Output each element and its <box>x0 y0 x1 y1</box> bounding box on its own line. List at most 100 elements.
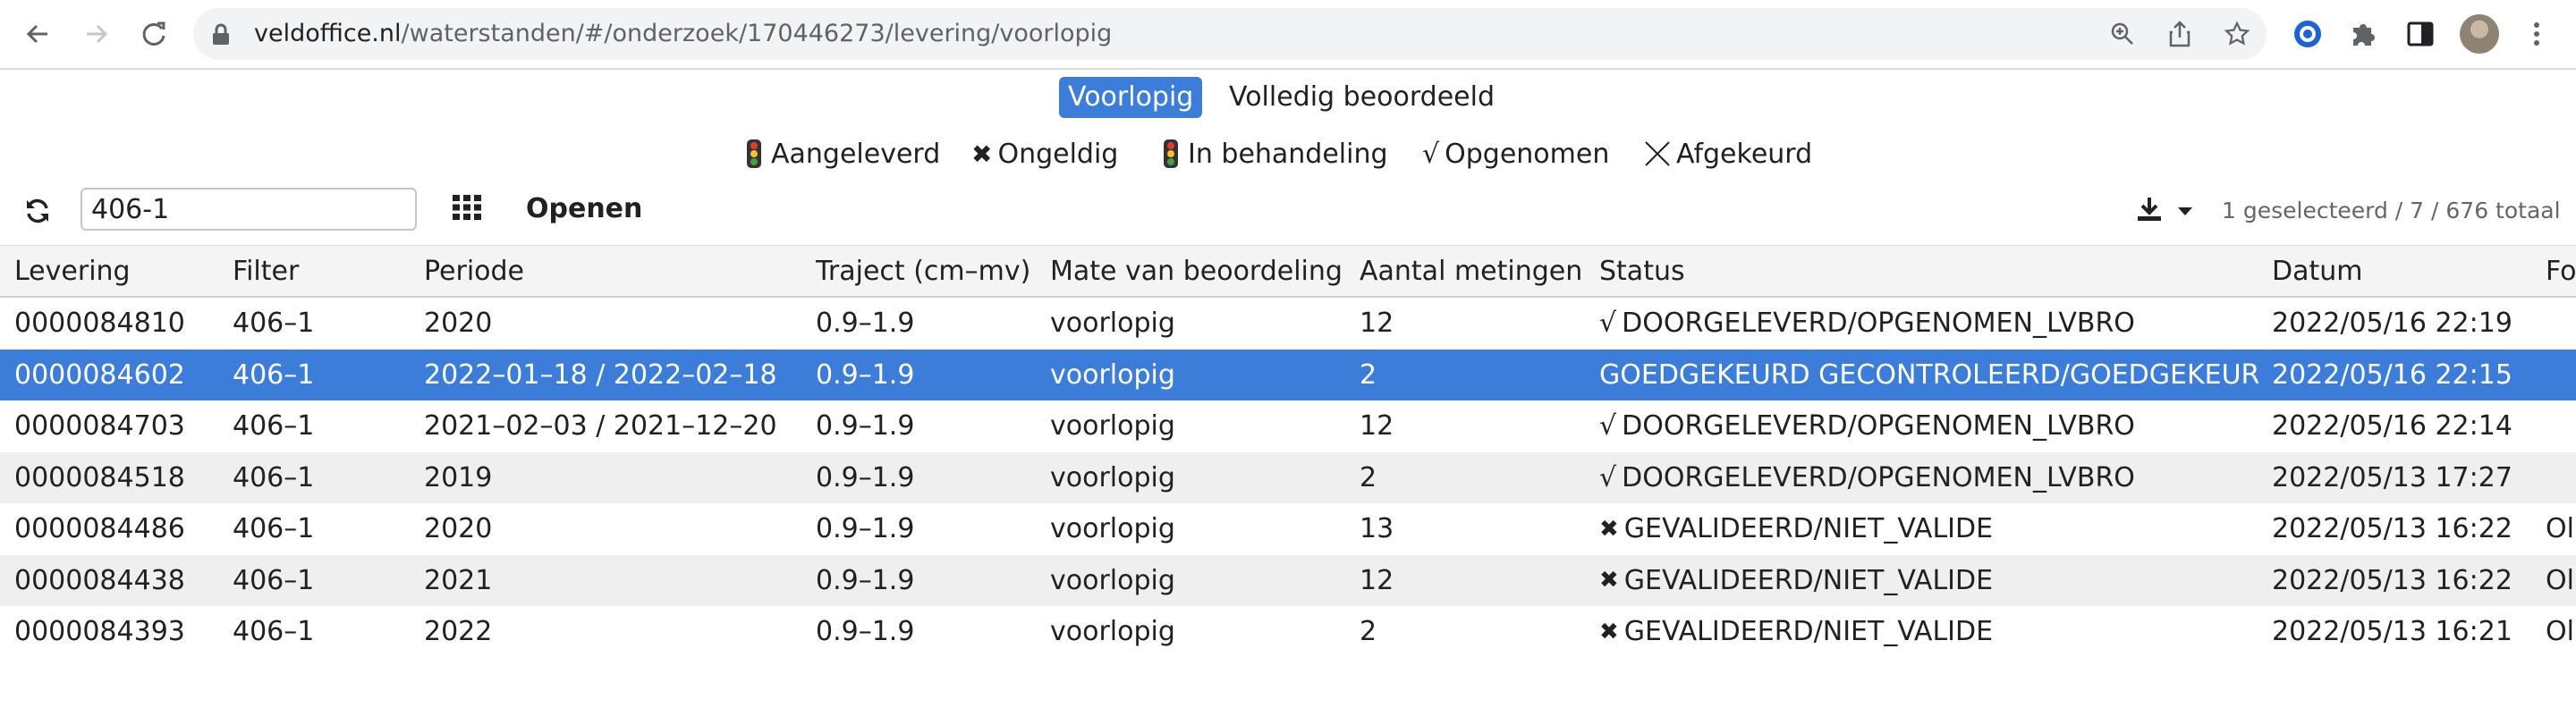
cell-status: ✖ GEVALIDEERD/NIET_VALIDE <box>1599 606 2261 658</box>
cell-datum: 2022/05/13 17:27 <box>2272 461 2512 493</box>
cell-aantal: 2 <box>1360 461 1377 493</box>
column-header-levering[interactable]: Levering <box>14 246 229 296</box>
cell-datum: 2022/05/16 22:14 <box>2272 410 2512 442</box>
back-icon[interactable] <box>20 16 55 52</box>
column-header-traject[interactable]: Traject (cm–mv) <box>816 246 1039 296</box>
cell-levering: 0000084438 <box>14 564 185 596</box>
bookmark-star-icon[interactable] <box>2224 21 2250 47</box>
cell-levering: 0000084486 <box>14 513 185 545</box>
table-row[interactable]: 0000084518 406–1 2019 0.9–1.9 voorlopig … <box>0 451 2576 504</box>
legend-opgenomen: √ Opgenomen <box>1422 134 1609 173</box>
cell-truncated: Ol <box>2546 564 2574 596</box>
table-header: Levering Filter Periode Traject (cm–mv) … <box>0 245 2576 298</box>
cell-levering: 0000084602 <box>14 358 185 391</box>
column-header-status[interactable]: Status <box>1599 246 2261 296</box>
status-text: DOORGELEVERD/OPGENOMEN_LVBRO <box>1622 461 2135 493</box>
toolbar: Openen 1 geselecteerd / 7 / 676 totaal <box>0 184 2576 236</box>
cell-aantal: 12 <box>1360 564 1394 596</box>
cell-truncated <box>2546 452 2576 504</box>
cell-traject: 0.9–1.9 <box>816 410 915 442</box>
url-text[interactable]: veldoffice.nl/waterstanden/#/onderzoek/1… <box>254 20 1112 48</box>
address-bar[interactable]: veldoffice.nl/waterstanden/#/onderzoek/1… <box>193 8 2267 60</box>
cell-periode: 2021–02–03 / 2021–12–20 <box>424 410 777 442</box>
status-text: GEVALIDEERD/NIET_VALIDE <box>1623 564 1994 596</box>
extension-icon[interactable] <box>2290 16 2326 52</box>
cell-traject: 0.9–1.9 <box>816 513 915 545</box>
cell-traject: 0.9–1.9 <box>816 358 915 391</box>
download-dropdown[interactable] <box>2136 195 2199 227</box>
check-icon: √ <box>1599 308 1617 340</box>
cell-datum: 2022/05/16 22:15 <box>2272 358 2512 391</box>
cell-mate: voorlopig <box>1050 564 1175 596</box>
cell-levering: 0000084393 <box>14 616 185 648</box>
thin-cross-icon <box>1644 140 1671 167</box>
table-row[interactable]: 0000084703 406–1 2021–02–03 / 2021–12–20… <box>0 400 2576 452</box>
status-text: GOEDGEKEURD GECONTROLEERD/GOEDGEKEURD <box>1599 358 2261 391</box>
cell-traject: 0.9–1.9 <box>816 616 915 648</box>
cell-filter: 406–1 <box>233 461 315 493</box>
cell-aantal: 13 <box>1360 513 1394 545</box>
table-row[interactable]: 0000084393 406–1 2022 0.9–1.9 voorlopig … <box>0 606 2576 658</box>
chevron-down-icon <box>2177 203 2193 220</box>
status-text: DOORGELEVERD/OPGENOMEN_LVBRO <box>1622 308 2135 340</box>
column-header-filter[interactable]: Filter <box>233 246 411 296</box>
cell-truncated <box>2546 298 2576 350</box>
refresh-icon[interactable] <box>21 195 54 227</box>
lock-icon[interactable] <box>211 23 231 50</box>
cell-periode: 2019 <box>424 461 493 493</box>
cell-filter: 406–1 <box>233 616 315 648</box>
browser-toolbar: veldoffice.nl/waterstanden/#/onderzoek/1… <box>0 0 2576 70</box>
cell-datum: 2022/05/16 22:19 <box>2272 308 2512 340</box>
cell-traject: 0.9–1.9 <box>816 564 915 596</box>
cell-truncated <box>2546 350 2576 401</box>
cell-filter: 406–1 <box>233 308 315 340</box>
cell-datum: 2022/05/13 16:22 <box>2272 513 2512 545</box>
cell-aantal: 12 <box>1360 308 1394 340</box>
cell-filter: 406–1 <box>233 513 315 545</box>
menu-kebab-icon[interactable] <box>2519 16 2555 52</box>
cell-periode: 2022–01–18 / 2022–02–18 <box>424 358 777 391</box>
legend-afgekeurd: Afgekeurd <box>1644 134 1812 173</box>
reload-icon[interactable] <box>136 16 172 52</box>
check-icon: √ <box>1599 410 1617 442</box>
tab-voorlopig[interactable]: Voorlopig <box>1059 77 1203 118</box>
filter-input[interactable] <box>80 188 417 231</box>
cell-filter: 406–1 <box>233 358 315 391</box>
forward-icon[interactable] <box>79 16 114 52</box>
cell-status: ✖ GEVALIDEERD/NIET_VALIDE <box>1599 555 2261 607</box>
cell-status: √ DOORGELEVERD/OPGENOMEN_LVBRO <box>1599 298 2261 350</box>
cell-levering: 0000084703 <box>14 410 185 442</box>
column-header-periode[interactable]: Periode <box>424 246 809 296</box>
cell-aantal: 12 <box>1360 410 1394 442</box>
cell-traject: 0.9–1.9 <box>816 461 915 493</box>
table-row[interactable]: 0000084486 406–1 2020 0.9–1.9 voorlopig … <box>0 503 2576 555</box>
selection-count: 1 geselecteerd / 7 / 676 totaal <box>2222 198 2561 223</box>
table-row-selected[interactable]: 0000084602 406–1 2022–01–18 / 2022–02–18… <box>0 349 2576 401</box>
cell-datum: 2022/05/13 16:22 <box>2272 564 2512 596</box>
grid-icon[interactable] <box>453 195 483 225</box>
column-header-aantal[interactable]: Aantal metingen <box>1360 246 1592 296</box>
table-row[interactable]: 0000084810 406–1 2020 0.9–1.9 voorlopig … <box>0 298 2576 350</box>
side-panel-icon[interactable] <box>2402 16 2438 52</box>
share-icon[interactable] <box>2166 21 2193 47</box>
legend-label: Opgenomen <box>1445 138 1610 170</box>
status-text: DOORGELEVERD/OPGENOMEN_LVBRO <box>1622 410 2135 442</box>
url-host: veldoffice.nl <box>254 20 402 47</box>
table-row[interactable]: 0000084438 406–1 2021 0.9–1.9 voorlopig … <box>0 554 2576 607</box>
column-header-mate[interactable]: Mate van beoordeling <box>1050 246 1345 296</box>
tab-volledig-beoordeeld[interactable]: Volledig beoordeeld <box>1220 77 1504 118</box>
cell-status: GOEDGEKEURD GECONTROLEERD/GOEDGEKEURD <box>1599 350 2261 401</box>
cell-mate: voorlopig <box>1050 308 1175 340</box>
cell-mate: voorlopig <box>1050 461 1175 493</box>
legend-label: Afgekeurd <box>1676 138 1813 170</box>
page-content: Voorlopig Volledig beoordeeld Aangelever… <box>0 70 2576 708</box>
cell-datum: 2022/05/13 16:21 <box>2272 616 2512 648</box>
zoom-icon[interactable] <box>2109 21 2136 47</box>
cell-levering: 0000084810 <box>14 308 185 340</box>
column-header-datum[interactable]: Datum <box>2272 246 2531 296</box>
column-header-truncated[interactable]: Fo <box>2546 246 2576 296</box>
profile-avatar[interactable] <box>2460 14 2499 54</box>
puzzle-icon[interactable] <box>2345 16 2381 52</box>
cell-mate: voorlopig <box>1050 616 1175 648</box>
open-button[interactable]: Openen <box>526 190 642 229</box>
